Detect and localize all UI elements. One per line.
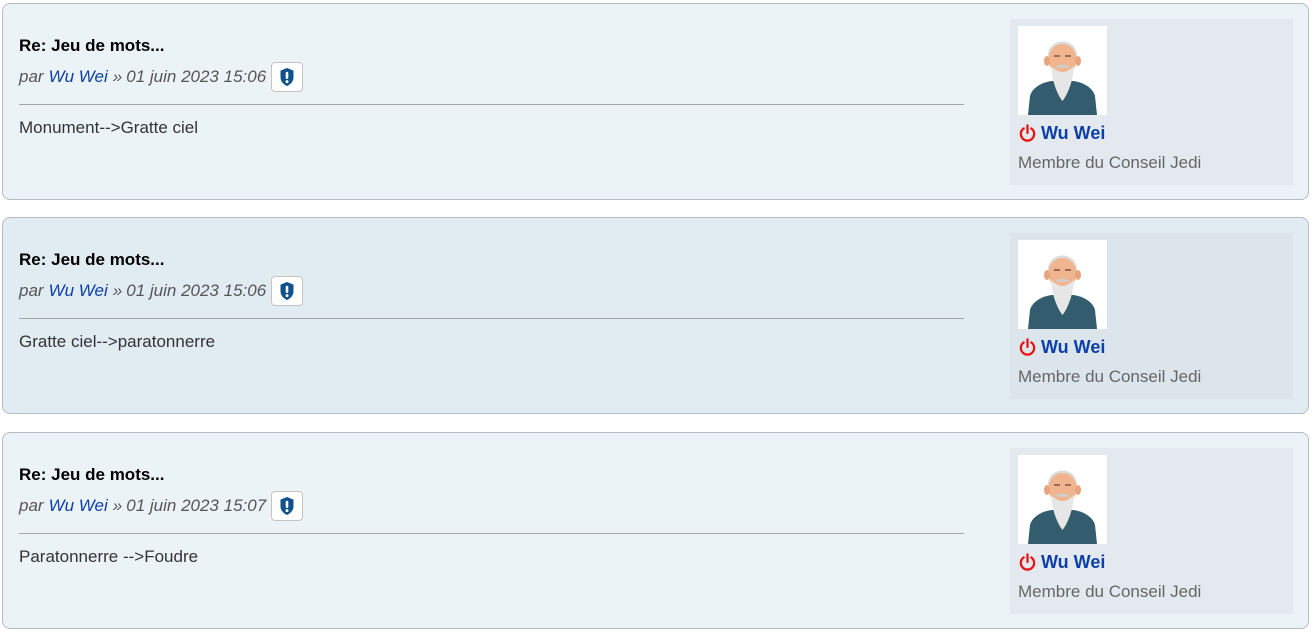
- separator: »: [112, 67, 123, 86]
- author-link[interactable]: Wu Wei: [49, 496, 108, 516]
- post: Re: Jeu de mots... par Wu Wei » 01 juin …: [2, 432, 1309, 629]
- author-link[interactable]: Wu Wei: [49, 281, 108, 301]
- separator: »: [112, 281, 123, 300]
- report-button[interactable]: [271, 276, 304, 306]
- post-content: Monument-->Gratte ciel: [19, 118, 199, 137]
- profile-username-line: Wu Wei: [1018, 121, 1105, 145]
- post-profile: Wu Wei Membre du Conseil Jedi: [1010, 233, 1293, 399]
- exclamation-shield-icon: [280, 68, 294, 86]
- by-label: par: [19, 67, 44, 86]
- power-icon: [1019, 337, 1036, 356]
- power-icon: [1019, 123, 1036, 142]
- post-content: Gratte ciel-->paratonnerre: [19, 332, 216, 351]
- power-icon: [1019, 552, 1036, 571]
- profile-username-link[interactable]: Wu Wei: [1041, 337, 1105, 358]
- bearded-sage-avatar: [1018, 240, 1107, 329]
- post-content: Paratonnerre -->Foudre: [19, 547, 199, 566]
- report-button[interactable]: [271, 62, 304, 92]
- post-title[interactable]: Re: Jeu de mots...: [19, 250, 164, 270]
- avatar[interactable]: [1018, 455, 1107, 544]
- profile-username-link[interactable]: Wu Wei: [1041, 123, 1105, 144]
- user-rank: Membre du Conseil Jedi: [1018, 582, 1202, 601]
- post-author-line: par Wu Wei » 01 juin 2023 15:06: [19, 61, 304, 93]
- by-label: par: [19, 281, 44, 300]
- bearded-sage-avatar: [1018, 26, 1107, 115]
- post-profile: Wu Wei Membre du Conseil Jedi: [1010, 448, 1293, 614]
- profile-username-line: Wu Wei: [1018, 335, 1105, 359]
- post-profile: Wu Wei Membre du Conseil Jedi: [1010, 19, 1293, 185]
- post: Re: Jeu de mots... par Wu Wei » 01 juin …: [2, 217, 1309, 414]
- profile-username-link[interactable]: Wu Wei: [1041, 552, 1105, 573]
- post: Re: Jeu de mots... par Wu Wei » 01 juin …: [2, 3, 1309, 200]
- user-rank: Membre du Conseil Jedi: [1018, 153, 1202, 172]
- avatar[interactable]: [1018, 26, 1107, 115]
- post-date: 01 juin 2023 15:07: [126, 496, 267, 515]
- post-title[interactable]: Re: Jeu de mots...: [19, 36, 164, 56]
- divider: [19, 318, 964, 319]
- post-author-line: par Wu Wei » 01 juin 2023 15:07: [19, 490, 304, 522]
- report-button[interactable]: [271, 491, 304, 521]
- bearded-sage-avatar: [1018, 455, 1107, 544]
- divider: [19, 533, 964, 534]
- post-date: 01 juin 2023 15:06: [126, 281, 267, 300]
- post-date: 01 juin 2023 15:06: [126, 67, 267, 86]
- exclamation-shield-icon: [280, 282, 294, 300]
- by-label: par: [19, 496, 44, 515]
- divider: [19, 104, 964, 105]
- separator: »: [112, 496, 123, 515]
- exclamation-shield-icon: [280, 497, 294, 515]
- profile-username-line: Wu Wei: [1018, 550, 1105, 574]
- post-author-line: par Wu Wei » 01 juin 2023 15:06: [19, 275, 304, 307]
- avatar[interactable]: [1018, 240, 1107, 329]
- author-link[interactable]: Wu Wei: [49, 67, 108, 87]
- user-rank: Membre du Conseil Jedi: [1018, 367, 1202, 386]
- post-title[interactable]: Re: Jeu de mots...: [19, 465, 164, 485]
